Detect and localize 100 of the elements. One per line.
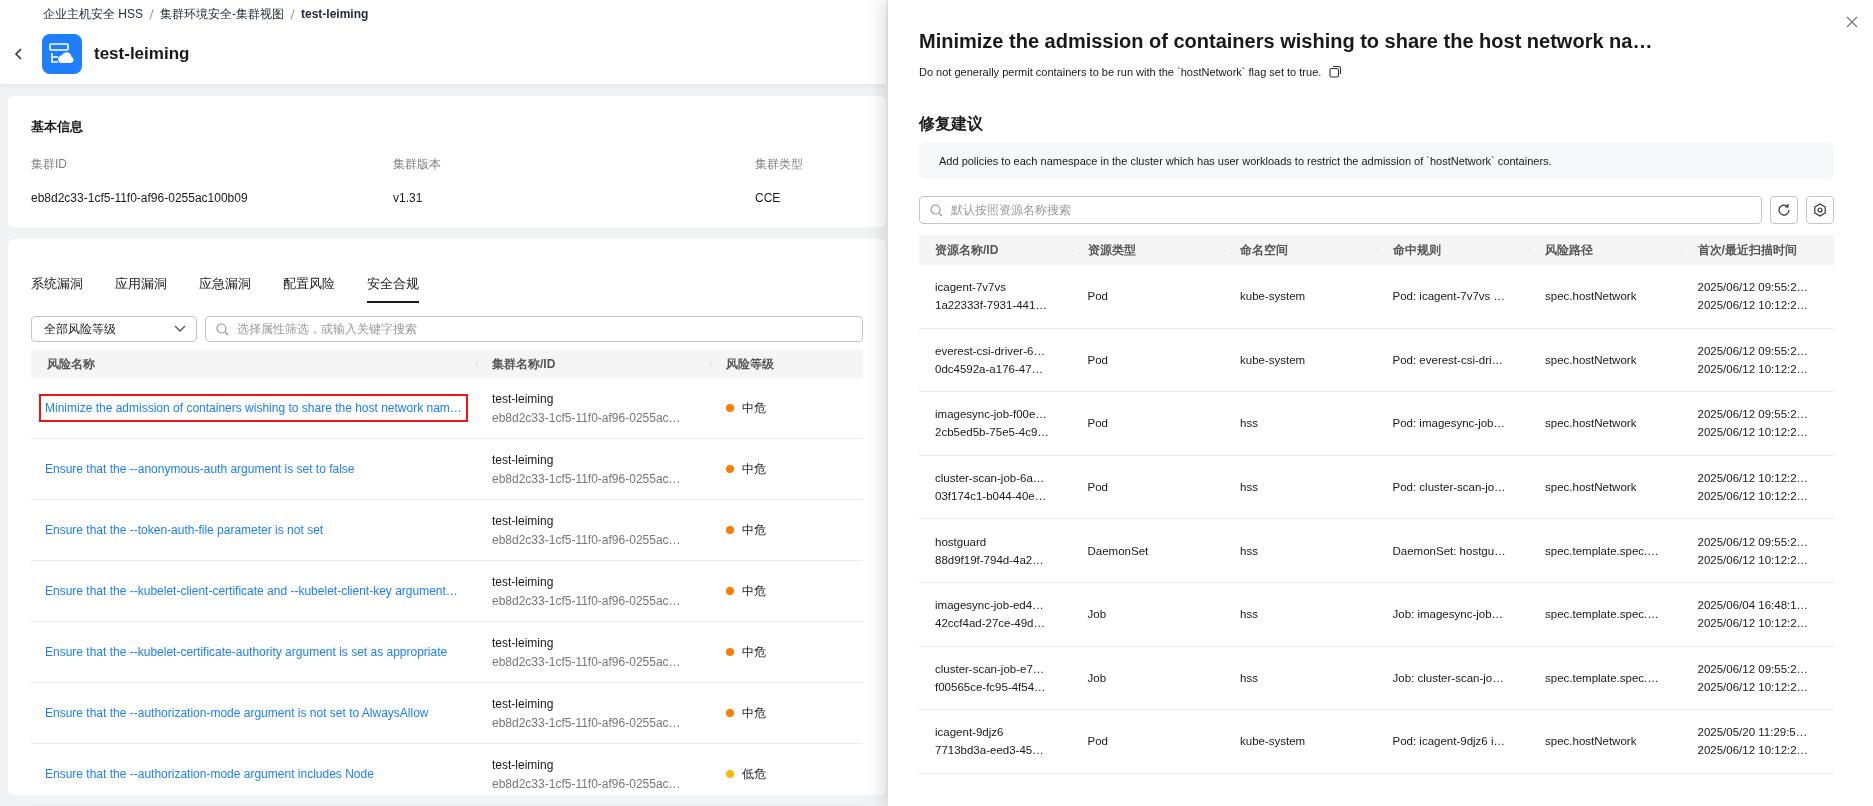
risk-path: spec.template.spec.…	[1545, 670, 1660, 686]
resource-id: 88d9f19f-794d-4a2…	[935, 552, 1045, 568]
search-icon	[930, 203, 943, 217]
namespace: hss	[1240, 480, 1259, 496]
last-scan-time: 2025/06/12 10:12:2…	[1697, 425, 1810, 441]
hit-rule: Job: cluster-scan-jo…	[1392, 670, 1505, 686]
risk-path: spec.hostNetwork	[1545, 352, 1638, 368]
cluster-name: test-leiming	[492, 635, 555, 650]
breadcrumb-item: test-leiming	[301, 7, 369, 21]
drawer-title: Minimize the admission of containers wishing to share the host network na…	[919, 30, 1654, 53]
resource-name: hostguard	[935, 534, 988, 550]
risk-path: spec.hostNetwork	[1545, 289, 1638, 305]
tab[interactable]: 应急漏洞	[199, 265, 251, 303]
hit-rule: Pod: everest-csi-dri…	[1392, 352, 1505, 368]
resource-id: 0dc4592a-a176-47…	[935, 361, 1045, 377]
field-label: 集群版本	[393, 156, 442, 173]
cluster-id: eb8d2c33-1cf5-11f0-af96-0255ac…	[492, 715, 682, 730]
namespace: hss	[1240, 416, 1259, 432]
cluster-id: eb8d2c33-1cf5-11f0-af96-0255ac…	[492, 776, 682, 791]
column-header: 首次/最近扫描时间	[1681, 241, 1834, 259]
resource-type: DaemonSet	[1087, 543, 1150, 559]
resource-name: icagent-7v7vs	[935, 280, 1007, 296]
hit-rule: Pod: imagesync-job…	[1392, 416, 1506, 432]
column-header: 资源名称/ID	[934, 242, 1000, 259]
risk-name-link[interactable]: Ensure that the --kubelet-certificate-authority argument is set as appropriate	[39, 638, 454, 666]
risk-path: spec.hostNetwork	[1545, 416, 1638, 432]
first-scan-time: 2025/06/12 09:55:2…	[1697, 534, 1810, 550]
description: Do not generally permit containers to be run with the `hostNetwork` flag set to true.	[919, 65, 1322, 78]
first-scan-time: 2025/06/04 16:48:1…	[1697, 598, 1810, 614]
settings-icon	[1813, 203, 1827, 217]
last-scan-time: 2025/06/12 10:12:2…	[1697, 552, 1810, 568]
hit-rule: Pod: icagent-7v7vs …	[1392, 289, 1506, 305]
tab[interactable]: 安全合规	[367, 265, 419, 303]
resource-id: 03f174c1-b044-40e…	[935, 489, 1048, 505]
risk-path: spec.template.spec.…	[1545, 543, 1660, 559]
hit-rule: Pod: icagent-9djz6 i…	[1392, 734, 1506, 750]
resource-type: Job	[1087, 607, 1108, 623]
resource-name: everest-csi-driver-6…	[935, 343, 1046, 359]
cluster-name: test-leiming	[492, 696, 555, 711]
risk-name-link[interactable]: Minimize the admission of containers wishing to share the host network nam…	[39, 394, 468, 422]
search-field[interactable]: 默认按照资源名称搜索	[919, 196, 1762, 224]
tab[interactable]: 配置风险	[283, 265, 335, 303]
first-scan-time: 2025/06/12 09:55:2…	[1697, 407, 1810, 423]
risk-level: 中危	[742, 704, 766, 722]
first-scan-time: 2025/06/12 09:55:2…	[1697, 343, 1810, 359]
namespace: kube-system	[1240, 289, 1307, 305]
search-field[interactable]: 选择属性筛选，或输入关键字搜索	[205, 316, 863, 342]
risk-level: 中危	[742, 399, 766, 417]
column-header: 风险等级	[710, 355, 845, 373]
cluster-name: test-leiming	[492, 757, 555, 772]
resource-id: 42ccf4ad-27ce-49d…	[935, 616, 1046, 632]
refresh-button[interactable]	[1770, 196, 1798, 224]
search-input[interactable]: 默认按照资源名称搜索	[949, 202, 1751, 218]
cluster-id: eb8d2c33-1cf5-11f0-af96-0255ac…	[492, 593, 682, 608]
search-input[interactable]: 选择属性筛选，或输入关键字搜索	[235, 321, 852, 337]
resource-type: Pod	[1087, 416, 1109, 432]
last-scan-time: 2025/06/12 10:12:2…	[1697, 616, 1810, 632]
risk-name-link[interactable]: Ensure that the --kubelet-client-certificate and --kubelet-client-key argument…	[39, 577, 464, 605]
page-title: test-leiming	[94, 44, 190, 64]
close-icon[interactable]	[1846, 16, 1858, 28]
column-header: 资源类型	[1071, 241, 1224, 259]
namespace: hss	[1240, 670, 1259, 686]
settings-button[interactable]	[1806, 196, 1834, 224]
namespace: hss	[1240, 607, 1259, 623]
resource-type: Pod	[1087, 352, 1109, 368]
risk-name-link[interactable]: Ensure that the --authorization-mode argument is not set to AlwaysAllow	[39, 699, 435, 727]
section-title: 基本信息	[31, 118, 84, 136]
breadcrumb-item[interactable]: 企业主机安全 HSS	[43, 5, 143, 23]
resource-name: imagesync-job-ed4…	[935, 598, 1045, 614]
first-scan-time: 2025/06/12 09:55:2…	[1697, 661, 1810, 677]
column-header: 集群名称/ID	[476, 355, 710, 373]
resource-type: Pod	[1087, 480, 1109, 496]
resource-id: 2cb5ed5b-75e5-4c9…	[935, 425, 1050, 441]
risk-level: 中危	[742, 582, 766, 600]
last-scan-time: 2025/06/12 10:12:2…	[1697, 489, 1810, 505]
last-scan-time: 2025/06/12 10:12:2…	[1697, 298, 1810, 314]
risk-name-link[interactable]: Ensure that the --authorization-mode argument includes Node	[39, 760, 380, 788]
section-title: 修复建议	[919, 114, 984, 134]
risk-name-link[interactable]: Ensure that the --token-auth-file parameter is not set	[39, 516, 330, 544]
first-scan-time: 2025/06/12 09:55:2…	[1697, 280, 1810, 296]
namespace: hss	[1240, 543, 1259, 559]
last-scan-time: 2025/06/12 10:12:2…	[1697, 679, 1810, 695]
copy-icon[interactable]	[1329, 65, 1343, 78]
cluster-id: eb8d2c33-1cf5-11f0-af96-0255ac…	[492, 471, 682, 486]
chevron-down-icon	[174, 325, 186, 333]
last-scan-time: 2025/06/12 10:12:2…	[1697, 361, 1810, 377]
tab[interactable]: 应用漏洞	[115, 265, 167, 303]
risk-path: spec.template.spec.…	[1545, 607, 1660, 623]
field-value: eb8d2c33-1cf5-11f0-af96-0255ac100b09	[31, 191, 249, 205]
tab[interactable]: 系统漏洞	[31, 265, 83, 303]
column-header: 命中规则	[1376, 241, 1529, 259]
risk-level-select[interactable]: 全部风险等级	[31, 316, 197, 342]
breadcrumb-item[interactable]: 集群环境安全-集群视图	[160, 5, 284, 23]
risk-name-link[interactable]: Ensure that the --anonymous-auth argument is set to false	[39, 455, 361, 483]
cluster-name: test-leiming	[492, 574, 555, 589]
resource-type: Job	[1087, 670, 1108, 686]
resource-name: cluster-scan-job-e7…	[935, 661, 1046, 677]
resource-name: cluster-scan-job-6a…	[935, 471, 1046, 487]
last-scan-time: 2025/06/12 10:12:2…	[1697, 743, 1810, 759]
cluster-id: eb8d2c33-1cf5-11f0-af96-0255ac…	[492, 654, 682, 669]
